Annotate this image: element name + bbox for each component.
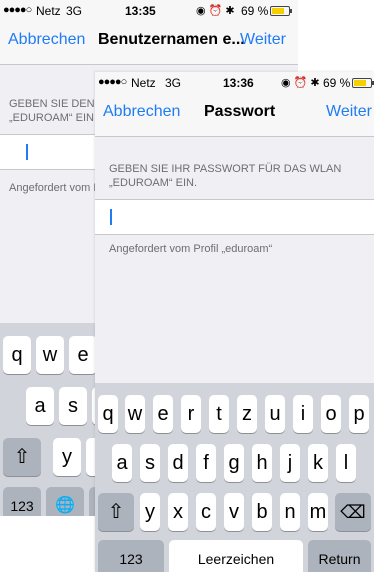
- carrier-label: Netz: [131, 76, 156, 90]
- front-screen-password: ●●●●○ Netz 3G 13:36 ◉ ⏰ ✱ 69 % Abbrechen…: [95, 72, 374, 572]
- page-title: Benutzernamen e...: [98, 31, 245, 48]
- key-b[interactable]: b: [252, 493, 272, 531]
- network-label: 3G: [165, 76, 182, 90]
- keyboard: q w e r t z u i o p a s d f g h j k l ⇧ …: [95, 383, 374, 572]
- key-e[interactable]: e: [69, 336, 97, 374]
- key-y[interactable]: y: [53, 438, 81, 476]
- key-p[interactable]: p: [349, 395, 369, 433]
- key-o[interactable]: o: [321, 395, 341, 433]
- key-t[interactable]: t: [209, 395, 229, 433]
- return-key[interactable]: Return: [308, 540, 371, 572]
- key-v[interactable]: v: [224, 493, 244, 531]
- status-bar: ●●●●○ Netz 3G 13:35 ◉ ⏰ ✱ 69 %: [0, 0, 298, 20]
- status-bar: ●●●●○ Netz 3G 13:36 ◉ ⏰ ✱ 69 %: [95, 72, 374, 92]
- clock: 13:35: [125, 4, 156, 18]
- space-key[interactable]: Leerzeichen: [169, 540, 303, 572]
- globe-icon[interactable]: 🌐: [46, 487, 84, 516]
- key-x[interactable]: x: [168, 493, 188, 531]
- delete-key[interactable]: ⌫: [335, 493, 371, 531]
- clock: 13:36: [223, 76, 254, 90]
- network-label: 3G: [66, 4, 83, 18]
- key-m[interactable]: m: [308, 493, 328, 531]
- key-e[interactable]: e: [153, 395, 173, 433]
- cancel-button[interactable]: Abbrechen: [103, 103, 180, 121]
- key-s[interactable]: s: [140, 444, 160, 482]
- shift-key[interactable]: ⇧: [3, 438, 41, 476]
- battery-percent: 69 %: [323, 76, 351, 90]
- key-s[interactable]: s: [59, 387, 87, 425]
- key-g[interactable]: g: [224, 444, 244, 482]
- key-f[interactable]: f: [196, 444, 216, 482]
- nav-bar: Abbrechen Benutzernamen e... Weiter: [0, 20, 298, 65]
- next-button[interactable]: Weiter: [326, 103, 372, 121]
- status-icons: ◉ ⏰ ✱: [196, 5, 235, 17]
- battery-percent: 69 %: [241, 4, 269, 18]
- signal-strength-icon: ●●●●○: [98, 76, 127, 88]
- page-title: Passwort: [204, 103, 276, 120]
- key-z[interactable]: z: [237, 395, 257, 433]
- key-y[interactable]: y: [140, 493, 160, 531]
- cancel-button[interactable]: Abbrechen: [8, 31, 85, 49]
- key-q[interactable]: q: [3, 336, 31, 374]
- numbers-key[interactable]: 123: [3, 487, 41, 516]
- signal-strength-icon: ●●●●○: [3, 4, 32, 16]
- key-d[interactable]: d: [168, 444, 188, 482]
- key-a[interactable]: a: [26, 387, 54, 425]
- footer-note: Angefordert vom Profil „eduroam“: [109, 243, 273, 255]
- next-button[interactable]: Weiter: [240, 31, 286, 49]
- key-c[interactable]: c: [196, 493, 216, 531]
- key-j[interactable]: j: [280, 444, 300, 482]
- shift-key[interactable]: ⇧: [98, 493, 134, 531]
- numbers-key[interactable]: 123: [98, 540, 164, 572]
- password-field[interactable]: [95, 199, 374, 235]
- battery-icon: [352, 78, 374, 88]
- key-u[interactable]: u: [265, 395, 285, 433]
- text-cursor: [26, 144, 28, 160]
- nav-bar: Abbrechen Passwort Weiter: [95, 92, 374, 137]
- battery-icon: [270, 6, 292, 16]
- status-icons: ◉ ⏰ ✱: [281, 77, 320, 89]
- key-n[interactable]: n: [280, 493, 300, 531]
- key-q[interactable]: q: [98, 395, 118, 433]
- key-i[interactable]: i: [293, 395, 313, 433]
- key-h[interactable]: h: [252, 444, 272, 482]
- carrier-label: Netz: [36, 4, 61, 18]
- key-l[interactable]: l: [336, 444, 356, 482]
- section-header: GEBEN SIE IHR PASSWORT FÜR DAS WLAN „EDU…: [109, 163, 342, 189]
- key-w[interactable]: w: [125, 395, 145, 433]
- key-k[interactable]: k: [308, 444, 328, 482]
- key-r[interactable]: r: [181, 395, 201, 433]
- key-w[interactable]: w: [36, 336, 64, 374]
- key-a[interactable]: a: [112, 444, 132, 482]
- text-cursor: [110, 209, 112, 225]
